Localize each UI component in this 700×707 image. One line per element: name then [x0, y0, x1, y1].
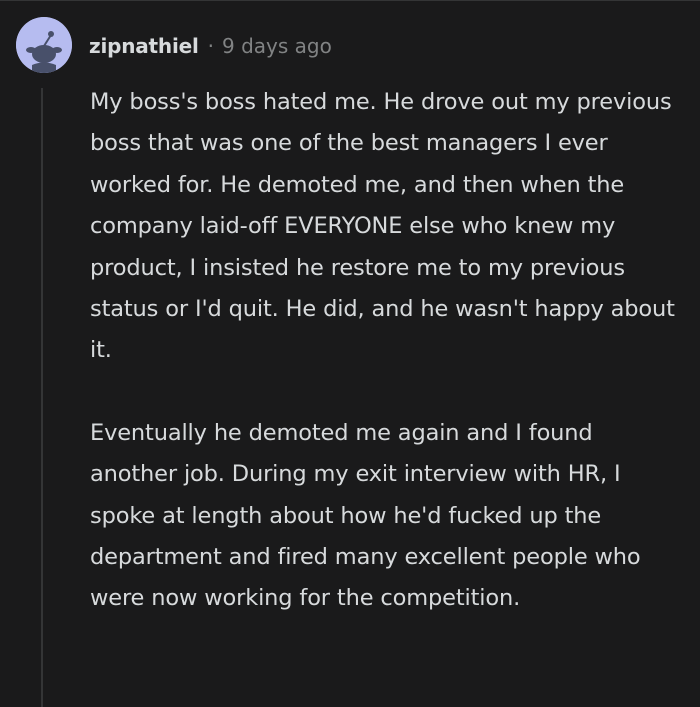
top-divider [0, 0, 700, 1]
comment-paragraph: My boss's boss hated me. He drove out my… [90, 89, 675, 364]
comment-paragraph: Eventually he demoted me again and I fou… [90, 419, 641, 612]
comment-body: My boss's boss hated me. He drove out my… [90, 82, 686, 620]
comment-timestamp[interactable]: 9 days ago [222, 31, 332, 61]
username-link[interactable]: zipnathiel [89, 31, 199, 61]
reddit-snoo-avatar-icon [16, 17, 72, 73]
thread-collapse-line[interactable] [41, 88, 43, 707]
comment-header: zipnathiel · 9 days ago [89, 31, 332, 61]
user-avatar[interactable] [16, 17, 72, 73]
meta-separator: · [207, 34, 214, 58]
